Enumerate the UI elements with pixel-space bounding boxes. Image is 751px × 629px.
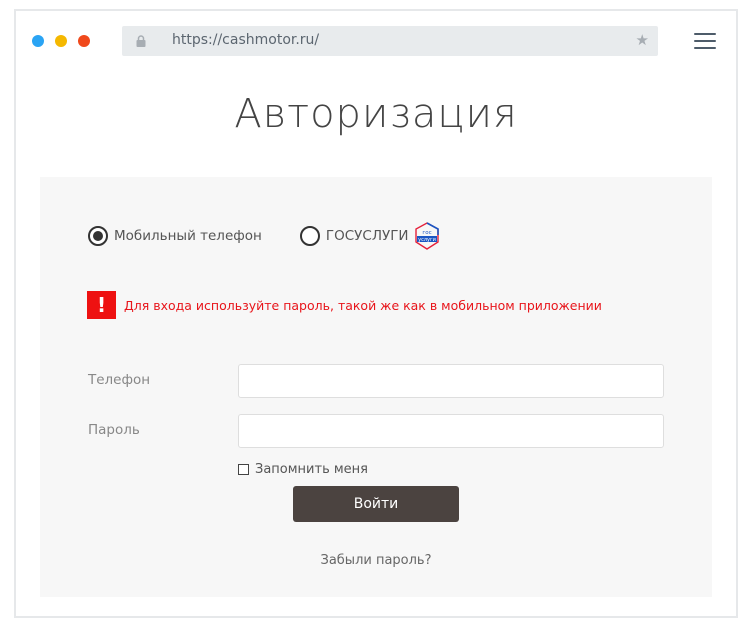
window-dot-yellow[interactable] [55, 35, 67, 47]
bookmark-star-icon[interactable]: ★ [636, 31, 649, 49]
radio-button-gosuslugi[interactable] [299, 226, 320, 246]
login-panel: Мобильный телефон ГОСУСЛУГИ гос услуги !… [40, 177, 712, 597]
page-title: Авторизация [234, 91, 518, 137]
window-controls [32, 35, 90, 47]
warning-icon: ! [87, 291, 116, 319]
phone-label: Телефон [88, 372, 151, 388]
phone-input[interactable] [238, 364, 664, 398]
window-dot-red[interactable] [78, 35, 90, 47]
browser-window: https://cashmotor.ru/ ★ Авторизация Моби… [14, 9, 738, 618]
login-notice: ! Для входа используйте пароль, такой же… [87, 291, 602, 319]
auth-method-selector: Мобильный телефон ГОСУСЛУГИ гос услуги [88, 221, 442, 251]
url-text[interactable]: https://cashmotor.ru/ [172, 32, 319, 48]
gosuslugi-logo-text-bottom: услуги [418, 237, 436, 243]
remember-me-toggle[interactable]: Запомнить меня [238, 462, 368, 477]
password-input[interactable] [238, 414, 664, 448]
address-bar[interactable]: https://cashmotor.ru/ ★ [122, 26, 658, 56]
auth-option-phone[interactable]: Мобильный телефон [88, 226, 262, 246]
auth-option-phone-label: Мобильный телефон [114, 228, 262, 244]
remember-me-checkbox[interactable] [238, 464, 249, 475]
hamburger-menu-icon[interactable] [694, 33, 716, 49]
password-label: Пароль [88, 422, 140, 438]
lock-icon [136, 35, 146, 47]
gosuslugi-logo-text-top: гос [422, 230, 431, 236]
login-button[interactable]: Войти [293, 486, 459, 522]
auth-option-gosuslugi-label: ГОСУСЛУГИ [325, 228, 409, 244]
notice-text: Для входа используйте пароль, такой же к… [124, 297, 602, 313]
radio-button-phone[interactable] [88, 226, 108, 246]
remember-me-label: Запомнить меня [255, 462, 369, 477]
forgot-password-link[interactable]: Забыли пароль? [40, 553, 712, 568]
auth-option-gosuslugi[interactable]: ГОСУСЛУГИ гос услуги [299, 221, 442, 251]
window-dot-blue[interactable] [32, 35, 44, 47]
gosuslugi-logo-icon: гос услуги [414, 222, 439, 250]
